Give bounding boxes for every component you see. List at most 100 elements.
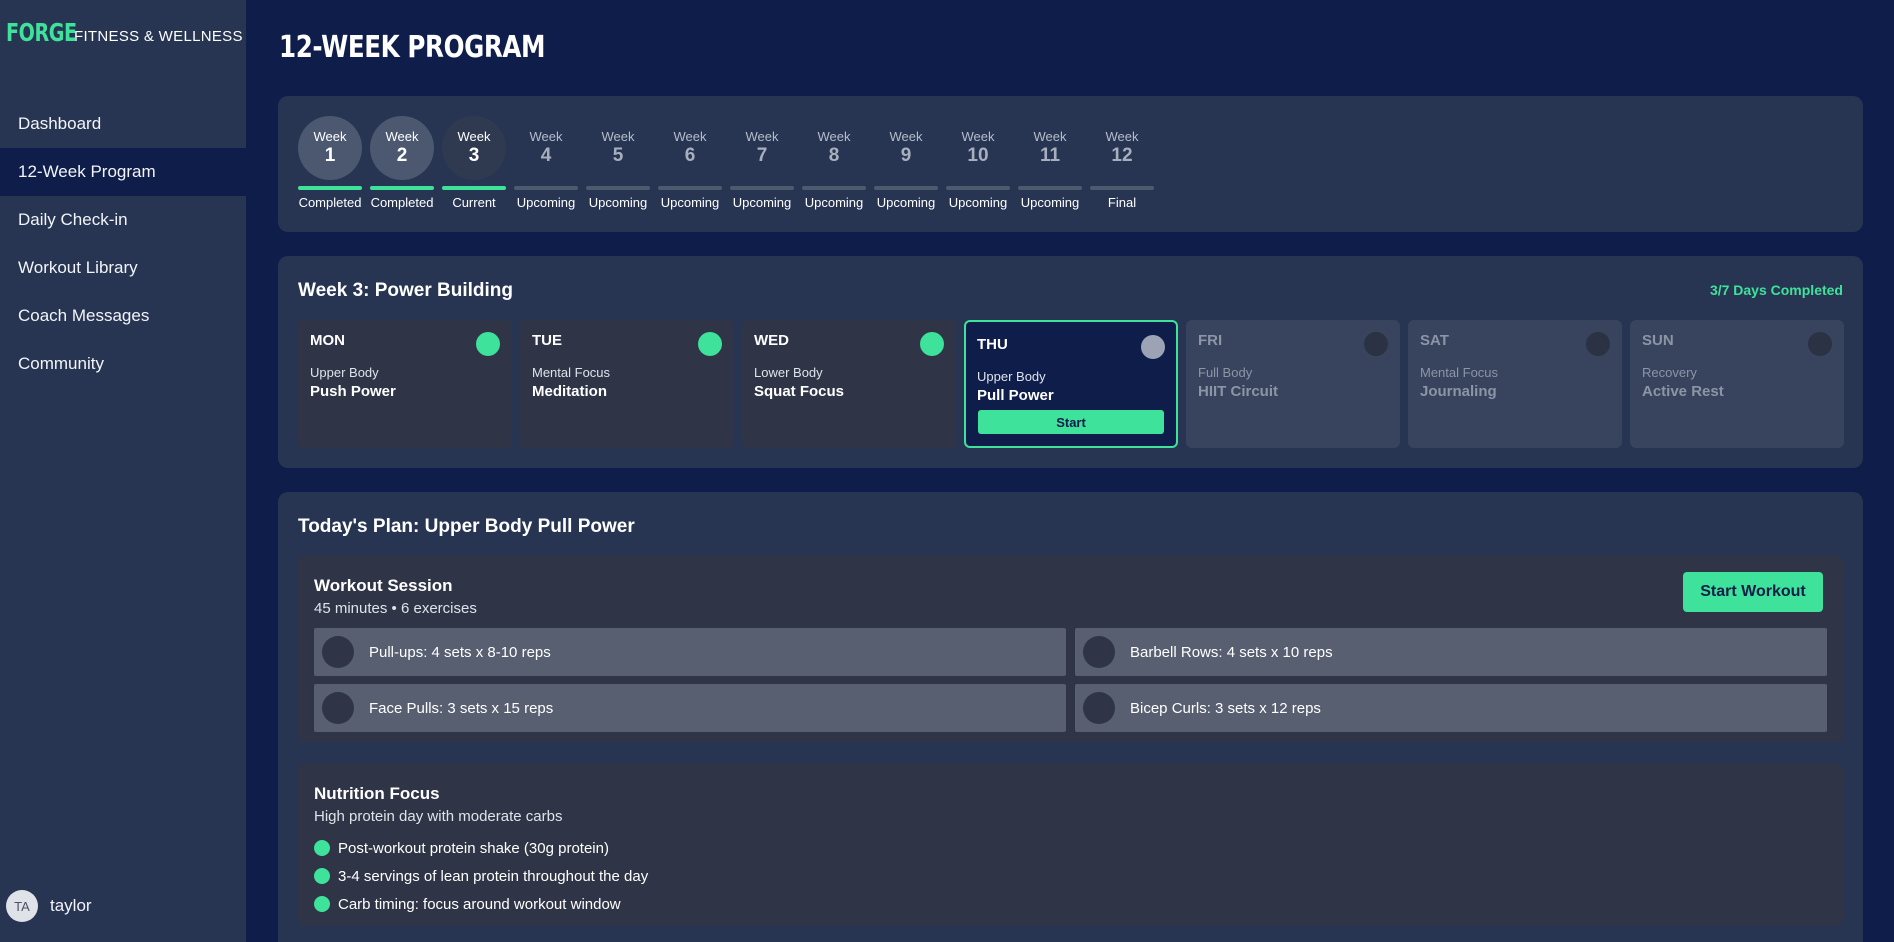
week-word: Week <box>457 128 491 144</box>
exercise-label: Pull-ups: 4 sets x 8-10 reps <box>369 643 551 661</box>
nutrition-subtitle: High protein day with moderate carbs <box>314 808 563 825</box>
week-word: Week <box>817 128 851 144</box>
week-item-2[interactable]: Week 2 Completed <box>370 116 434 210</box>
week-word: Week <box>1033 128 1067 144</box>
week-circle: Week 11 <box>1018 116 1082 180</box>
week-item-8[interactable]: Week 8 Upcoming <box>802 116 866 210</box>
day-title: Journaling <box>1420 383 1497 400</box>
brand[interactable]: FORGE FITNESS & WELLNESS <box>6 18 243 47</box>
page-title: 12-WEEK PROGRAM <box>279 30 546 65</box>
day-category: Recovery <box>1642 365 1697 380</box>
week-progress-bar <box>586 186 650 190</box>
pending-status-icon <box>1808 332 1832 356</box>
day-name: WED <box>754 332 789 349</box>
week-number: 3 <box>468 144 480 166</box>
start-day-button[interactable]: Start <box>978 410 1164 434</box>
nutrition-item: Post-workout protein shake (30g protein) <box>314 834 648 862</box>
week-item-12[interactable]: Week 12 Final <box>1090 116 1154 210</box>
week-circle: Week 10 <box>946 116 1010 180</box>
nav-item-workout-library[interactable]: Workout Library <box>0 244 246 292</box>
week-number: 11 <box>1039 144 1061 166</box>
bullet-dot-icon <box>314 840 330 856</box>
exercise-item[interactable]: Bicep Curls: 3 sets x 12 reps <box>1075 684 1827 732</box>
exercise-item[interactable]: Face Pulls: 3 sets x 15 reps <box>314 684 1066 732</box>
week-progress-bar <box>802 186 866 190</box>
exercise-checkbox-icon[interactable] <box>1083 636 1115 668</box>
week-status: Upcoming <box>588 195 648 210</box>
week-status: Upcoming <box>876 195 936 210</box>
nutrition-list: Post-workout protein shake (30g protein)… <box>314 834 648 918</box>
day-card-sun[interactable]: SUN Recovery Active Rest <box>1630 320 1844 448</box>
week-item-1[interactable]: Week 1 Completed <box>298 116 362 210</box>
day-category: Upper Body <box>310 365 379 380</box>
week-item-11[interactable]: Week 11 Upcoming <box>1018 116 1082 210</box>
week-circle: Week 4 <box>514 116 578 180</box>
week-status: Upcoming <box>516 195 576 210</box>
day-card-wed[interactable]: WED Lower Body Squat Focus <box>742 320 956 448</box>
completed-check-icon <box>476 332 500 356</box>
workout-session-summary: 45 minutes • 6 exercises <box>314 600 477 617</box>
nutrition-item-text: Carb timing: focus around workout window <box>338 895 621 913</box>
avatar: TA <box>6 890 38 922</box>
pending-status-icon <box>1141 335 1165 359</box>
nutrition-item: 3-4 servings of lean protein throughout … <box>314 862 648 890</box>
week-circle: Week 8 <box>802 116 866 180</box>
week-progress-bar <box>730 186 794 190</box>
week-word: Week <box>745 128 779 144</box>
week-item-4[interactable]: Week 4 Upcoming <box>514 116 578 210</box>
day-category: Upper Body <box>977 369 1046 384</box>
nutrition-item-text: 3-4 servings of lean protein throughout … <box>338 867 649 885</box>
week-circle: Week 3 <box>442 116 506 180</box>
exercise-label: Face Pulls: 3 sets x 15 reps <box>369 699 554 717</box>
week-item-5[interactable]: Week 5 Upcoming <box>586 116 650 210</box>
week-number: 12 <box>1111 144 1133 166</box>
week-item-9[interactable]: Week 9 Upcoming <box>874 116 938 210</box>
nav-item-daily-check-in[interactable]: Daily Check-in <box>0 196 246 244</box>
nutrition-item: Carb timing: focus around workout window <box>314 890 648 918</box>
week-item-7[interactable]: Week 7 Upcoming <box>730 116 794 210</box>
nav-item-12-week-program[interactable]: 12-Week Program <box>0 148 246 196</box>
week-word: Week <box>529 128 563 144</box>
exercise-checkbox-icon[interactable] <box>322 692 354 724</box>
exercise-item[interactable]: Barbell Rows: 4 sets x 10 reps <box>1075 628 1827 676</box>
day-card-fri[interactable]: FRI Full Body HIIT Circuit <box>1186 320 1400 448</box>
exercise-label: Barbell Rows: 4 sets x 10 reps <box>1130 643 1333 661</box>
week-circle: Week 9 <box>874 116 938 180</box>
nav-item-coach-messages[interactable]: Coach Messages <box>0 292 246 340</box>
day-card-thu[interactable]: THU Upper Body Pull Power Start <box>964 320 1178 448</box>
user-profile[interactable]: TA taylor <box>6 890 92 922</box>
day-title: HIIT Circuit <box>1198 383 1279 400</box>
nav-item-community[interactable]: Community <box>0 340 246 388</box>
day-title: Meditation <box>532 383 607 400</box>
week-status: Final <box>1107 195 1137 210</box>
nav-item-dashboard[interactable]: Dashboard <box>0 100 246 148</box>
week-status: Completed <box>370 195 434 210</box>
week-circle: Week 12 <box>1090 116 1154 180</box>
week-item-6[interactable]: Week 6 Upcoming <box>658 116 722 210</box>
todays-plan-card: Today's Plan: Upper Body Pull Power Work… <box>278 492 1863 942</box>
bullet-dot-icon <box>314 868 330 884</box>
week-number: 9 <box>900 144 912 166</box>
week-number: 2 <box>396 144 408 166</box>
week-item-10[interactable]: Week 10 Upcoming <box>946 116 1010 210</box>
exercise-checkbox-icon[interactable] <box>322 636 354 668</box>
week-item-3[interactable]: Week 3 Current <box>442 116 506 210</box>
week-status: Upcoming <box>732 195 792 210</box>
week-status: Upcoming <box>804 195 864 210</box>
day-card-tue[interactable]: TUE Mental Focus Meditation <box>520 320 734 448</box>
week-number: 8 <box>828 144 840 166</box>
exercise-checkbox-icon[interactable] <box>1083 692 1115 724</box>
start-workout-button[interactable]: Start Workout <box>1683 572 1823 612</box>
week-word: Week <box>889 128 923 144</box>
day-card-mon[interactable]: MON Upper Body Push Power <box>298 320 512 448</box>
week-progress-bar <box>1090 186 1154 190</box>
week-circle: Week 5 <box>586 116 650 180</box>
day-title: Pull Power <box>977 387 1054 404</box>
week-progress-card: Week 1 Completed Week 2 Completed Week 3… <box>278 96 1863 232</box>
week-heading: Week 3: Power Building <box>298 280 514 301</box>
week-number: 4 <box>540 144 552 166</box>
exercise-item[interactable]: Pull-ups: 4 sets x 8-10 reps <box>314 628 1066 676</box>
day-card-sat[interactable]: SAT Mental Focus Journaling <box>1408 320 1622 448</box>
week-circle: Week 6 <box>658 116 722 180</box>
completed-check-icon <box>698 332 722 356</box>
